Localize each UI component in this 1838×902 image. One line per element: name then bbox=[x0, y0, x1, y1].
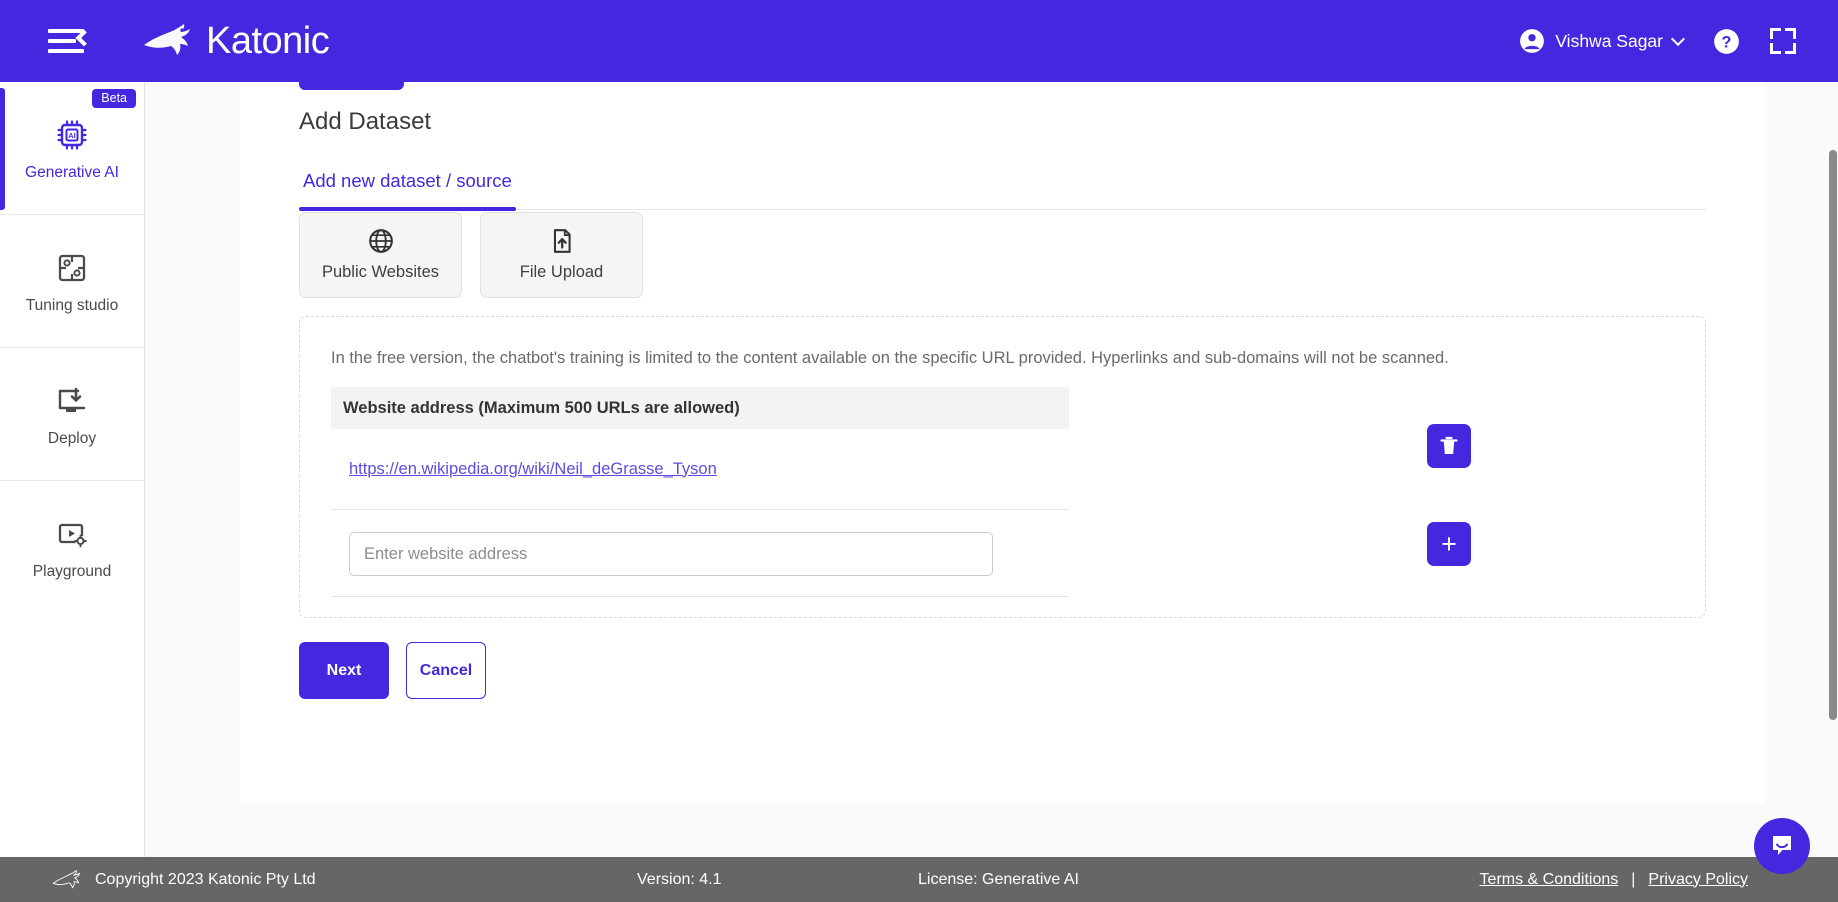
brand-name: Katonic bbox=[206, 19, 330, 62]
user-menu[interactable]: Vishwa Sagar bbox=[1519, 28, 1686, 54]
sidebar-item-tuning-studio[interactable]: Tuning studio bbox=[0, 215, 144, 348]
url-link[interactable]: https://en.wikipedia.org/wiki/Neil_deGra… bbox=[349, 460, 717, 479]
fullscreen-corner bbox=[1785, 28, 1796, 39]
scrolled-off-action-button[interactable] bbox=[299, 82, 404, 90]
sidebar-item-playground[interactable]: Playground bbox=[0, 481, 144, 614]
chat-bubble-icon bbox=[1773, 836, 1791, 855]
footer-version: Version: 4.1 bbox=[637, 870, 722, 888]
chevron-down-icon bbox=[1670, 31, 1686, 47]
chat-widget-button[interactable] bbox=[1754, 818, 1810, 874]
sidebar-item-deploy[interactable]: Deploy bbox=[0, 348, 144, 481]
page-title: Add Dataset bbox=[299, 108, 432, 135]
footer-copyright-group: Copyright 2023 Katonic Pty Ltd bbox=[52, 869, 316, 891]
free-version-note: In the free version, the chatbot's train… bbox=[331, 349, 1449, 367]
globe-icon bbox=[368, 229, 393, 253]
video-settings-icon bbox=[58, 523, 87, 548]
trash-icon bbox=[1440, 436, 1458, 454]
privacy-policy-link[interactable]: Privacy Policy bbox=[1648, 871, 1748, 889]
sidebar-item-label: Tuning studio bbox=[25, 296, 119, 314]
page-scrollbar-thumb[interactable] bbox=[1829, 150, 1837, 720]
source-card-file-upload[interactable]: File Upload bbox=[480, 212, 643, 298]
footer-license: License: Generative AI bbox=[918, 870, 1079, 888]
url-section-header: Website address (Maximum 500 URLs are al… bbox=[331, 387, 1069, 429]
content-card: Add Dataset Add new dataset / source Pub… bbox=[240, 82, 1765, 804]
url-list-item: https://en.wikipedia.org/wiki/Neil_deGra… bbox=[331, 429, 1069, 510]
help-circle-icon[interactable]: ? bbox=[1713, 28, 1740, 55]
header-actions: Vishwa Sagar ? bbox=[1519, 28, 1796, 55]
left-sidebar: Beta AI Generative AI Tuning studio Depl… bbox=[0, 82, 145, 857]
monitor-download-icon bbox=[58, 387, 86, 412]
ai-chip-icon: AI bbox=[57, 119, 87, 150]
footer-copyright: Copyright 2023 Katonic Pty Ltd bbox=[95, 870, 316, 888]
cancel-button[interactable]: Cancel bbox=[406, 642, 486, 699]
footer-separator: | bbox=[1631, 870, 1636, 888]
tab-add-new-dataset-source[interactable]: Add new dataset / source bbox=[299, 170, 516, 211]
fullscreen-expand-icon[interactable] bbox=[1770, 28, 1796, 54]
katonic-logo[interactable]: Katonic bbox=[142, 19, 330, 63]
hamburger-collapse-icon[interactable] bbox=[48, 24, 93, 58]
beta-badge: Beta bbox=[92, 89, 136, 108]
application-root: Katonic Vishwa Sagar ? Beta AI Generativ… bbox=[0, 0, 1838, 902]
new-url-input-row bbox=[331, 512, 1069, 597]
top-header-bar: Katonic Vishwa Sagar ? bbox=[0, 0, 1838, 82]
user-name-label: Vishwa Sagar bbox=[1555, 30, 1663, 51]
svg-text:AI: AI bbox=[68, 131, 76, 140]
delete-url-button[interactable] bbox=[1427, 424, 1471, 468]
account-circle-icon bbox=[1520, 29, 1545, 53]
form-actions: Next Cancel bbox=[299, 642, 486, 699]
tab-bar: Add new dataset / source bbox=[299, 170, 1706, 211]
hamburger-bar bbox=[48, 29, 84, 33]
url-list-block: Website address (Maximum 500 URLs are al… bbox=[331, 387, 1069, 510]
sidebar-item-label: Deploy bbox=[47, 429, 97, 447]
source-card-public-websites[interactable]: Public Websites bbox=[299, 212, 462, 298]
kangaroo-logo-icon bbox=[52, 869, 81, 889]
source-type-selector: Public Websites File Upload bbox=[299, 212, 643, 298]
file-upload-icon bbox=[553, 229, 571, 253]
website-address-input[interactable] bbox=[349, 532, 993, 576]
sidebar-item-generative-ai[interactable]: Beta AI Generative AI bbox=[0, 82, 144, 215]
fullscreen-corner bbox=[1785, 43, 1796, 54]
terms-and-conditions-link[interactable]: Terms & Conditions bbox=[1480, 871, 1619, 889]
footer-bar: Copyright 2023 Katonic Pty Ltd Version: … bbox=[0, 857, 1838, 902]
main-content-scroll-area: Add Dataset Add new dataset / source Pub… bbox=[145, 82, 1828, 857]
next-button[interactable]: Next bbox=[299, 642, 389, 699]
source-card-label: File Upload bbox=[519, 263, 604, 281]
plus-icon: + bbox=[1441, 528, 1457, 559]
sidebar-item-label: Playground bbox=[32, 563, 112, 580]
source-card-label: Public Websites bbox=[321, 263, 440, 281]
sidebar-item-label: Generative AI bbox=[25, 163, 119, 181]
footer-links: Terms & Conditions | Privacy Policy bbox=[1480, 871, 1748, 889]
add-url-button[interactable]: + bbox=[1427, 522, 1471, 566]
hamburger-bar bbox=[48, 39, 76, 43]
fullscreen-corner bbox=[1770, 43, 1781, 54]
svg-text:?: ? bbox=[1722, 33, 1732, 51]
fullscreen-corner bbox=[1770, 28, 1781, 39]
kangaroo-logo-icon bbox=[144, 24, 190, 55]
puzzle-icon bbox=[58, 254, 86, 281]
hamburger-bar bbox=[48, 49, 84, 53]
website-source-panel: In the free version, the chatbot's train… bbox=[299, 316, 1706, 618]
